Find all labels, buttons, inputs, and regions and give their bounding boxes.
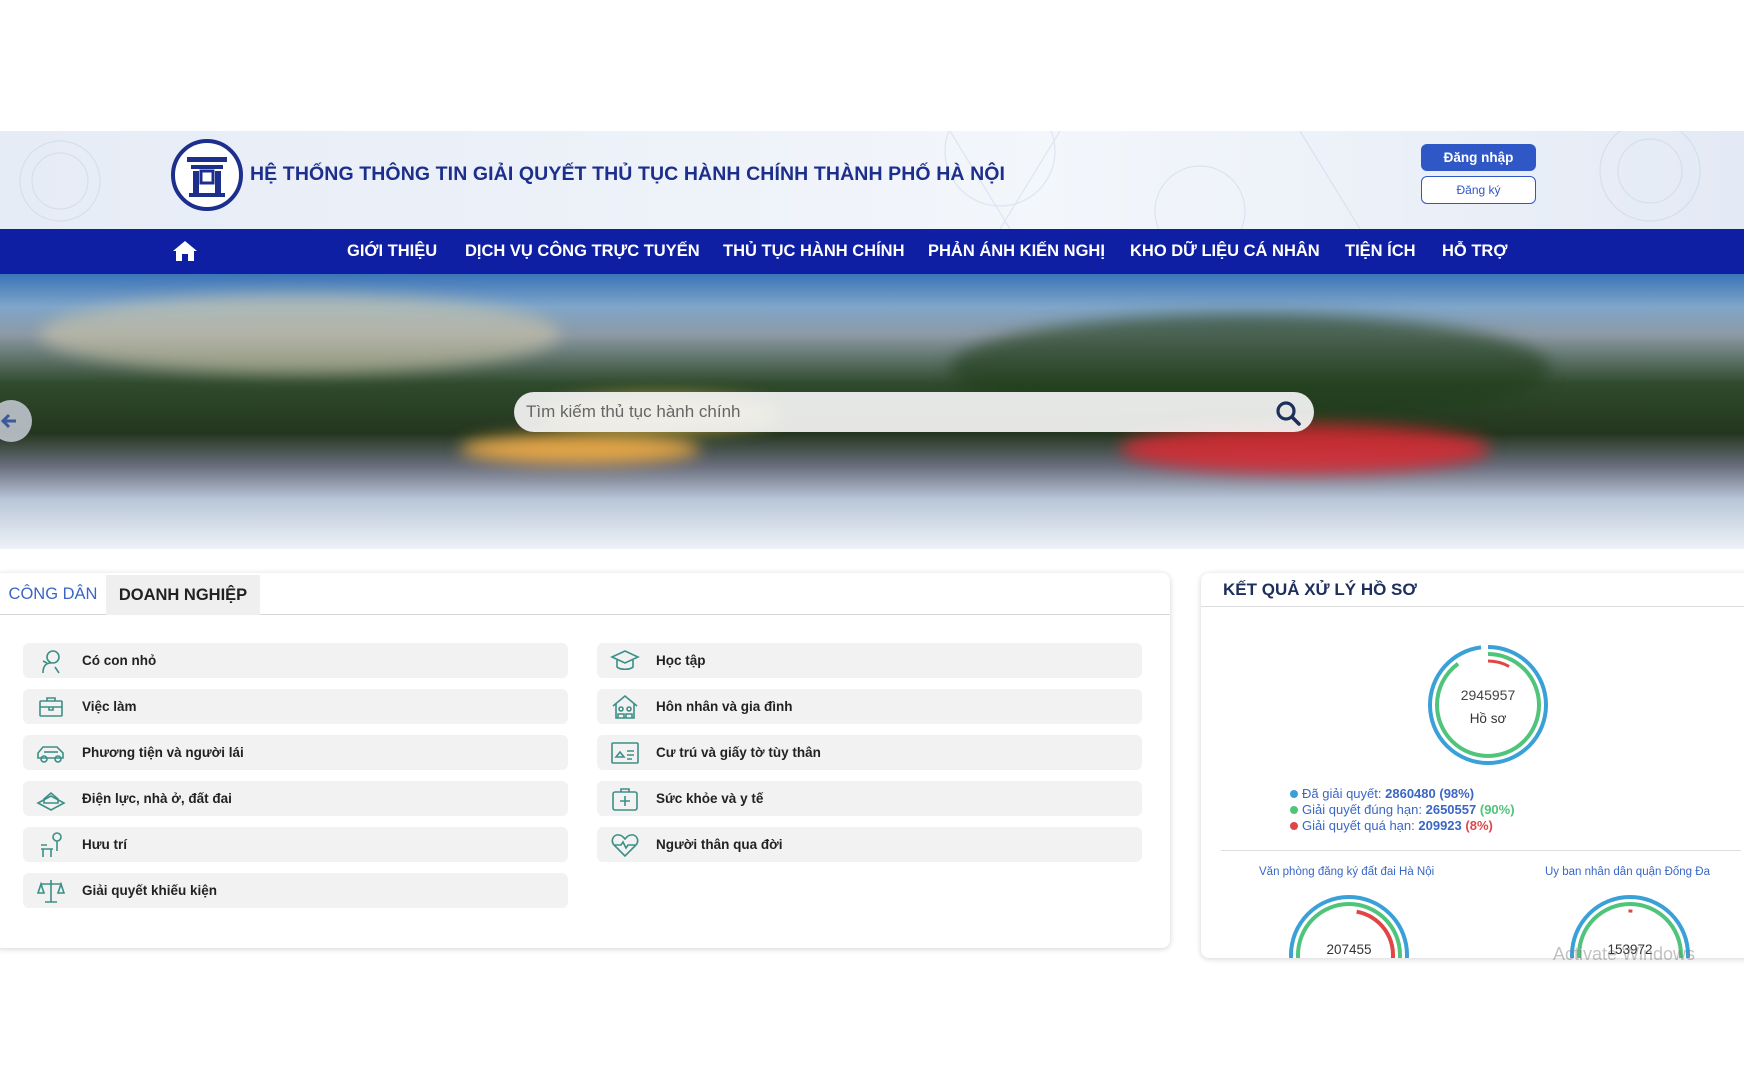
land-house-icon (36, 784, 66, 814)
procedure-categories-panel: CÔNG DÂN DOANH NGHIỆP Có con nhỏ Việc là… (0, 573, 1170, 948)
nav-item-phan-anh[interactable]: PHẢN ÁNH KIẾN NGHỊ (928, 229, 1105, 274)
family-house-icon (610, 692, 640, 722)
stat-label: Giải quyết đúng hạn: (1302, 802, 1422, 817)
total-ring-chart: 2945957 Hồ sơ (1426, 643, 1550, 767)
results-panel: KẾT QUẢ XỬ LÝ HỒ SƠ 2945957 Hồ sơ Đã giả… (1201, 573, 1744, 958)
category-viec-lam[interactable]: Việc làm (23, 689, 568, 724)
nav-item-ho-tro[interactable]: HỖ TRỢ (1442, 229, 1507, 274)
legend-dot (1290, 822, 1298, 830)
audience-tabs: CÔNG DÂN DOANH NGHIỆP (0, 573, 1170, 615)
search-bar (514, 392, 1314, 432)
office-total-1: 207455 (1326, 942, 1372, 957)
id-card-icon (610, 738, 640, 768)
stat-pct: (90%) (1479, 802, 1515, 817)
divider (1201, 606, 1744, 607)
stat-label: Giải quyết quá hạn: (1302, 818, 1415, 833)
medical-kit-icon (610, 784, 640, 814)
office-name-1[interactable]: Văn phòng đăng ký đất đai Hà Nội (1259, 866, 1434, 878)
category-label: Sức khỏe và y tế (656, 791, 764, 806)
ring-overdue (1442, 659, 1534, 751)
category-label: Giải quyết khiếu kiện (82, 883, 218, 898)
category-suc-khoe[interactable]: Sức khỏe và y tế (597, 781, 1142, 816)
office-name-2[interactable]: Uy ban nhân dân quận Đống Đa (1545, 866, 1710, 878)
category-label: Hưu trí (82, 837, 128, 852)
results-title: KẾT QUẢ XỬ LÝ HỒ SƠ (1223, 580, 1417, 599)
hanoi-logo[interactable] (171, 139, 243, 211)
search-input[interactable] (526, 402, 1246, 422)
legend-dot (1290, 806, 1298, 814)
khue-van-cac-icon (187, 157, 227, 197)
category-label: Có con nhỏ (82, 653, 157, 668)
category-label: Hôn nhân và gia đình (656, 699, 793, 714)
category-cu-tru[interactable]: Cư trú và giấy tờ tùy thân (597, 735, 1142, 770)
category-label: Phương tiện và người lái (82, 745, 244, 760)
register-button[interactable]: Đăng ký (1421, 176, 1536, 204)
briefcase-icon (36, 692, 66, 722)
category-co-con-nho[interactable]: Có con nhỏ (23, 643, 568, 678)
site-title: HỆ THỐNG THÔNG TIN GIẢI QUYẾT THỦ TỤC HÀ… (250, 163, 1006, 185)
heart-icon (610, 830, 640, 860)
search-icon[interactable] (1274, 399, 1302, 427)
ring-on-time (1435, 652, 1541, 758)
category-label: Cư trú và giấy tờ tùy thân (656, 745, 821, 760)
stat-value: 2650557 (1425, 802, 1477, 817)
stat-value: 2860480 (1385, 786, 1436, 801)
category-khieu-kien[interactable]: Giải quyết khiếu kiện (23, 873, 568, 908)
category-huu-tri[interactable]: Hưu trí (23, 827, 568, 862)
stat-pct: (98%) (1439, 786, 1475, 801)
nav-item-thu-tuc[interactable]: THỦ TỤC HÀNH CHÍNH (723, 229, 904, 274)
category-hon-nhan[interactable]: Hôn nhân và gia đình (597, 689, 1142, 724)
stat-on-time: Giải quyết đúng hạn: 2650557 (90%) (1290, 802, 1515, 817)
retirement-bench-icon (36, 830, 66, 860)
category-dien-luc-nha-o[interactable]: Điện lực, nhà ở, đất đai (23, 781, 568, 816)
office-ring-chart-1: 207455 (1287, 893, 1411, 958)
hero-banner (0, 274, 1744, 549)
total-count: 2945957 (1460, 687, 1516, 703)
windows-activation-watermark: Activate Windows (1553, 944, 1696, 964)
graduation-cap-icon (610, 646, 640, 676)
category-label: Học tập (656, 653, 706, 668)
site-header: HỆ THỐNG THÔNG TIN GIẢI QUYẾT THỦ TỤC HÀ… (0, 131, 1744, 229)
category-nguoi-than-qua-doi[interactable]: Người thân qua đời (597, 827, 1142, 862)
nav-item-gioi-thieu[interactable]: GIỚI THIỆU (347, 229, 437, 274)
home-icon[interactable] (172, 239, 198, 263)
stat-value: 209923 (1418, 818, 1462, 833)
stat-pct: (8%) (1465, 818, 1493, 833)
category-label: Điện lực, nhà ở, đất đai (82, 791, 232, 806)
car-icon (36, 738, 66, 768)
arrow-left-icon (0, 413, 16, 429)
scales-icon (36, 876, 66, 906)
category-label: Người thân qua đời (656, 837, 783, 852)
nav-item-kho-du-lieu[interactable]: KHO DỮ LIỆU CÁ NHÂN (1130, 229, 1320, 274)
tab-citizen[interactable]: CÔNG DÂN (0, 573, 106, 615)
login-button[interactable]: Đăng nhập (1421, 144, 1536, 171)
carousel-prev-button[interactable] (0, 400, 32, 442)
legend-dot (1290, 790, 1298, 798)
category-label: Việc làm (82, 699, 137, 714)
nav-item-tien-ich[interactable]: TIỆN ÍCH (1345, 229, 1416, 274)
nav-item-dich-vu-cong[interactable]: DỊCH VỤ CÔNG TRỰC TUYẾN (465, 229, 700, 274)
stat-resolved: Đã giải quyết: 2860480 (98%) (1290, 786, 1474, 801)
category-phuong-tien[interactable]: Phương tiện và người lái (23, 735, 568, 770)
tab-business[interactable]: DOANH NGHIỆP (106, 575, 260, 615)
total-label: Hồ sơ (1469, 711, 1507, 726)
main-nav: GIỚI THIỆU DỊCH VỤ CÔNG TRỰC TUYẾN THỦ T… (0, 229, 1744, 274)
stat-overdue: Giải quyết quá hạn: 209923 (8%) (1290, 818, 1493, 833)
baby-icon (36, 646, 66, 676)
ring-resolved (1428, 645, 1548, 765)
stat-label: Đã giải quyết: (1302, 786, 1382, 801)
divider (1221, 850, 1741, 851)
category-hoc-tap[interactable]: Học tập (597, 643, 1142, 678)
